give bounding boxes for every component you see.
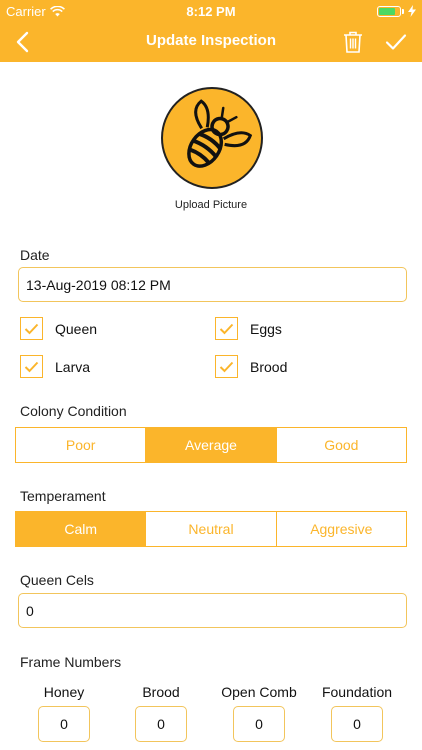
frame-numbers-label: Frame Numbers bbox=[20, 654, 122, 670]
checkmark-icon bbox=[24, 361, 39, 372]
inspection-photo[interactable] bbox=[161, 87, 263, 189]
queen-cells-label: Queen Cels bbox=[20, 572, 94, 588]
colony-condition-label: Colony Condition bbox=[20, 403, 127, 419]
segment-poor[interactable]: Poor bbox=[16, 428, 147, 462]
temperament-label: Temperament bbox=[20, 488, 106, 504]
checkmark-icon bbox=[385, 34, 407, 50]
queen-cells-input[interactable]: 0 bbox=[18, 593, 407, 628]
charging-icon bbox=[408, 5, 416, 17]
date-field[interactable]: 13-Aug-2019 08:12 PM bbox=[18, 267, 407, 302]
frame-brood: Brood 0 bbox=[111, 684, 211, 742]
segment-good[interactable]: Good bbox=[276, 428, 406, 462]
checkbox-larva[interactable]: Larva bbox=[20, 355, 90, 378]
navigation-bar: Update Inspection bbox=[0, 22, 422, 62]
frame-label: Open Comb bbox=[221, 684, 297, 700]
bee-icon bbox=[187, 99, 252, 168]
checkbox-eggs[interactable]: Eggs bbox=[215, 317, 282, 340]
frame-label: Brood bbox=[142, 684, 180, 700]
checkbox-brood[interactable]: Brood bbox=[215, 355, 287, 378]
segment-average[interactable]: Average bbox=[146, 428, 277, 462]
checkbox-box[interactable] bbox=[215, 317, 238, 340]
frame-open-comb: Open Comb 0 bbox=[209, 684, 309, 742]
checkbox-label: Queen bbox=[55, 320, 98, 337]
frame-label: Honey bbox=[43, 684, 85, 700]
battery-indicator bbox=[377, 5, 416, 17]
segment-calm[interactable]: Calm bbox=[16, 512, 147, 546]
temperament-selector: Calm Neutral Aggresive bbox=[15, 511, 407, 547]
frame-honey-input[interactable]: 0 bbox=[38, 706, 90, 742]
frame-label: Foundation bbox=[321, 684, 393, 700]
frame-honey: Honey 0 bbox=[14, 684, 114, 742]
checkmark-icon bbox=[219, 361, 234, 372]
segment-aggresive[interactable]: Aggresive bbox=[276, 512, 406, 546]
frame-brood-input[interactable]: 0 bbox=[135, 706, 187, 742]
checkbox-queen[interactable]: Queen bbox=[20, 317, 97, 340]
checkmark-icon bbox=[219, 323, 234, 334]
checkbox-label: Larva bbox=[55, 358, 91, 375]
checkmark-icon bbox=[24, 323, 39, 334]
battery-icon bbox=[377, 5, 404, 17]
checkbox-box[interactable] bbox=[20, 355, 43, 378]
status-bar: Carrier 8:12 PM bbox=[0, 0, 422, 22]
checkbox-box[interactable] bbox=[20, 317, 43, 340]
app-header: Carrier 8:12 PM Update Inspection bbox=[0, 0, 422, 62]
colony-condition-selector: Poor Average Good bbox=[15, 427, 407, 463]
frame-foundation-input[interactable]: 0 bbox=[331, 706, 383, 742]
trash-icon bbox=[344, 31, 362, 53]
date-label: Date bbox=[20, 247, 50, 263]
checkbox-label: Brood bbox=[250, 358, 288, 375]
save-button[interactable] bbox=[380, 26, 412, 58]
checkbox-label: Eggs bbox=[250, 320, 282, 337]
frame-open-comb-input[interactable]: 0 bbox=[233, 706, 285, 742]
status-time: 8:12 PM bbox=[186, 4, 236, 19]
segment-neutral[interactable]: Neutral bbox=[146, 512, 277, 546]
delete-button[interactable] bbox=[337, 26, 369, 58]
frame-foundation: Foundation 0 bbox=[307, 684, 407, 742]
checkbox-box[interactable] bbox=[215, 355, 238, 378]
upload-picture-label[interactable]: Upload Picture bbox=[0, 199, 422, 211]
